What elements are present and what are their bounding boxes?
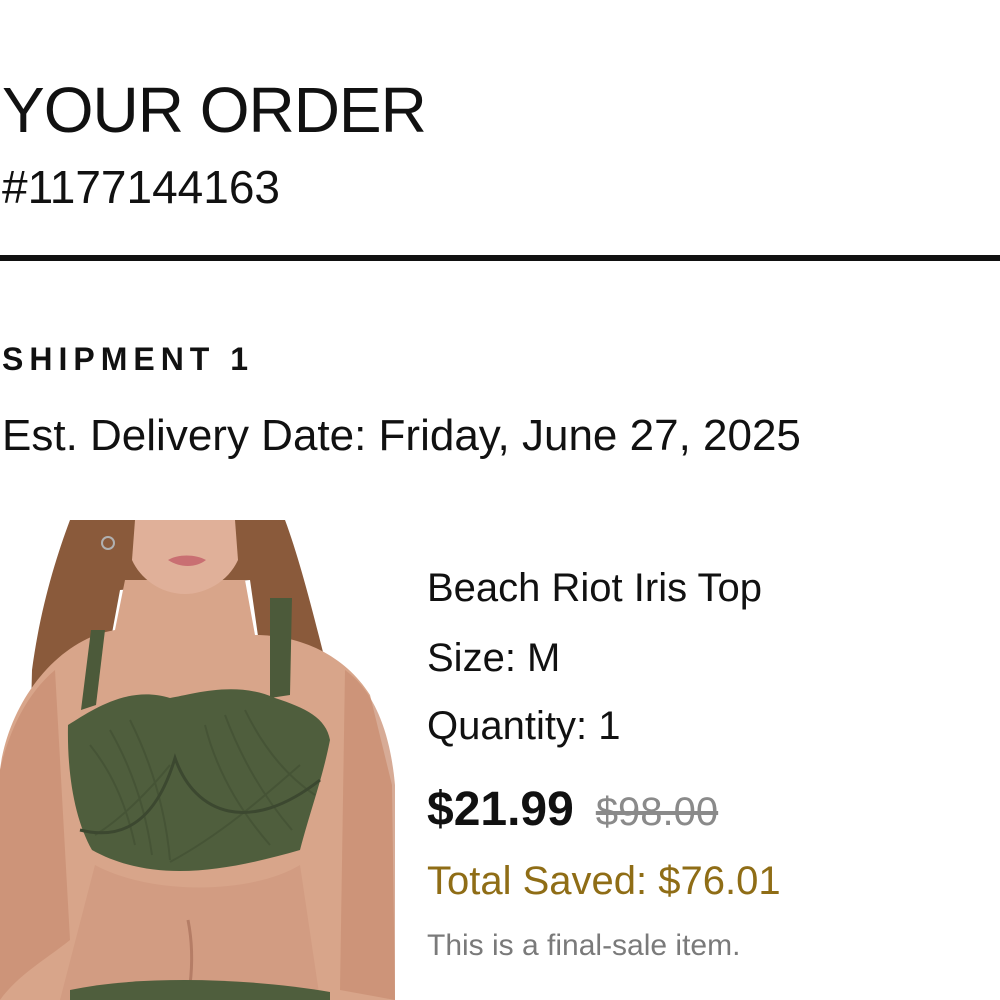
product-size: Size: M xyxy=(427,636,561,680)
original-price: $98.00 xyxy=(595,790,719,834)
shipment-label: SHIPMENT 1 xyxy=(2,341,255,377)
product-image[interactable] xyxy=(0,520,395,1000)
product-photo-icon xyxy=(0,520,395,1000)
estimated-delivery-date: Est. Delivery Date: Friday, June 27, 202… xyxy=(2,411,801,460)
order-number: #1177144163 xyxy=(2,161,280,213)
final-sale-note: This is a final-sale item. xyxy=(427,929,741,962)
product-name[interactable]: Beach Riot Iris Top xyxy=(427,564,762,612)
product-quantity: Quantity: 1 xyxy=(427,704,621,748)
total-saved: Total Saved: $76.01 xyxy=(427,859,781,903)
section-divider xyxy=(0,255,1000,261)
price-row: $21.99 $98.00 xyxy=(427,782,718,840)
sale-price: $21.99 xyxy=(427,783,574,836)
order-title: YOUR ORDER xyxy=(2,74,427,146)
